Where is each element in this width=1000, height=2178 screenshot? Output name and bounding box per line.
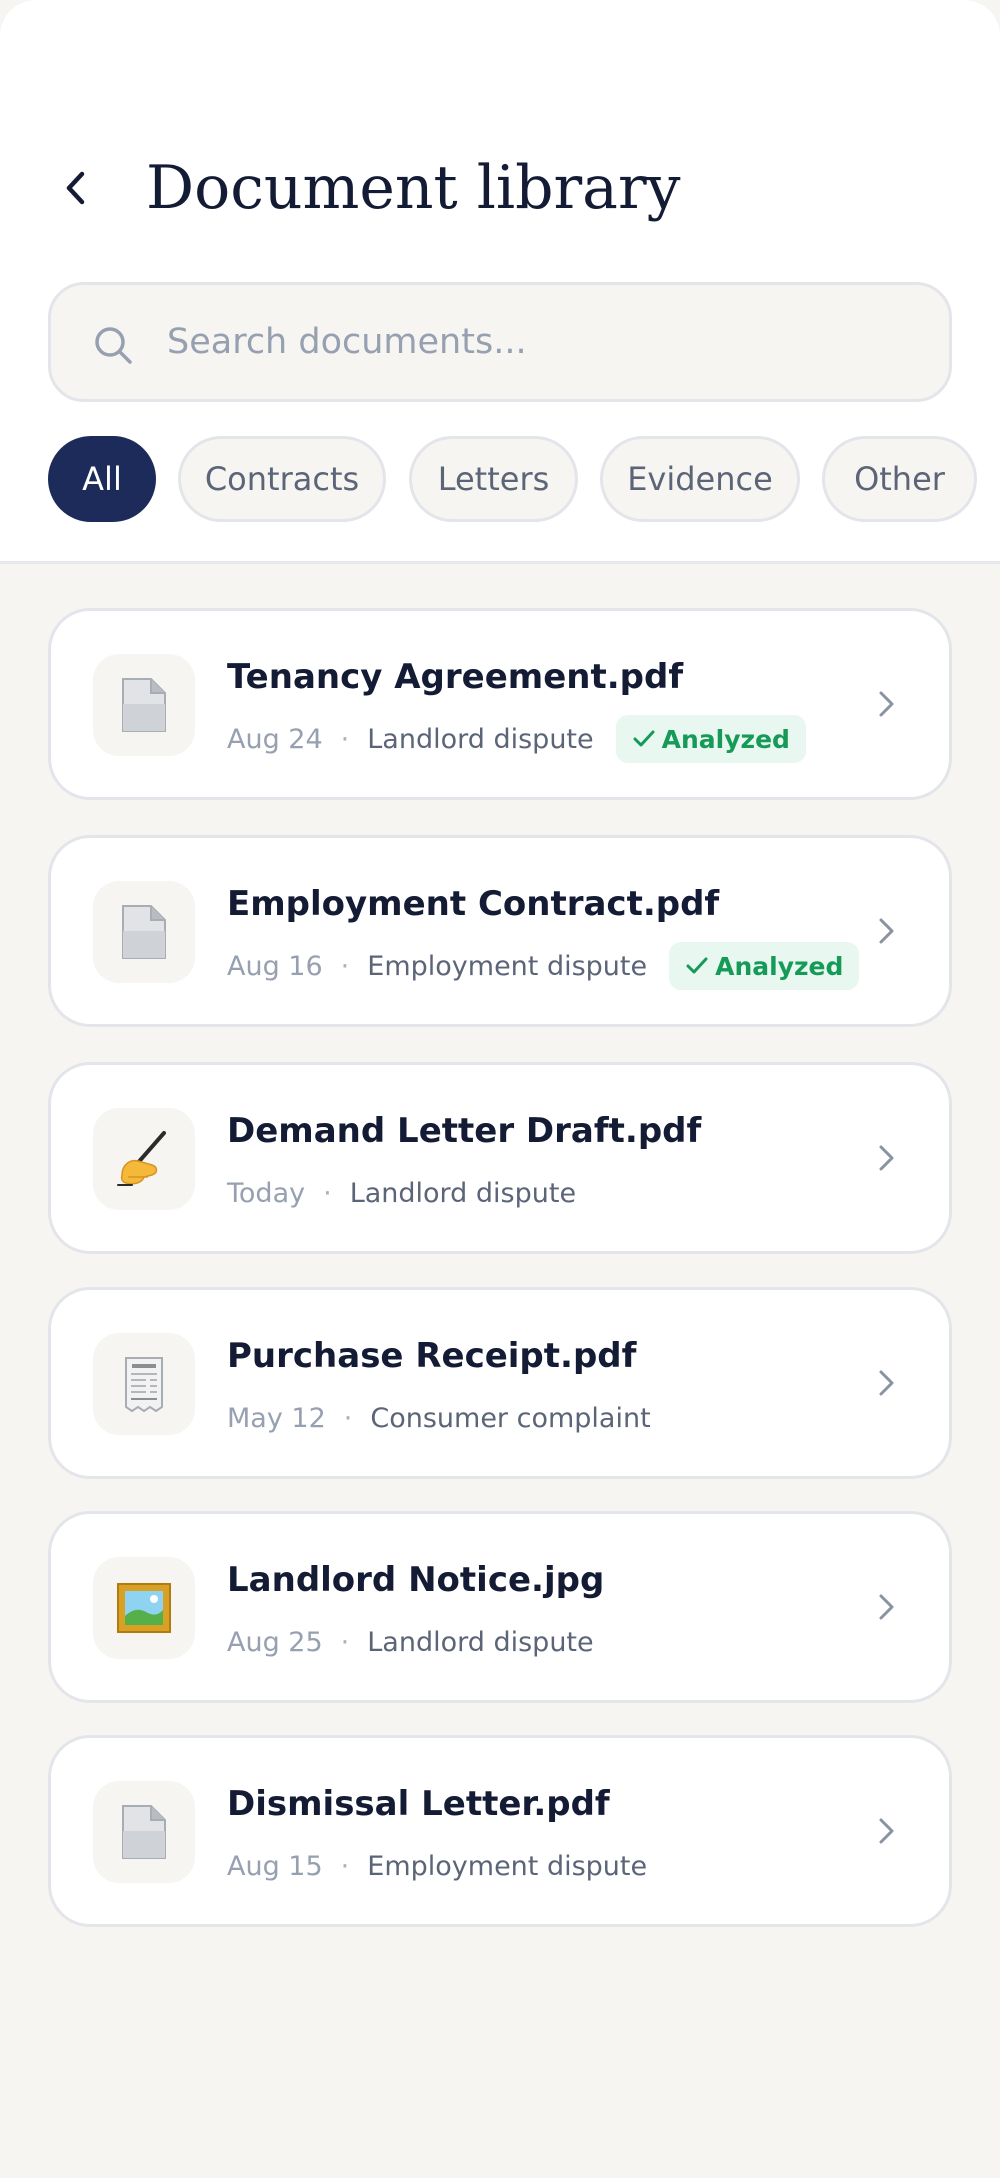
analyzed-badge: Analyzed bbox=[669, 942, 860, 990]
document-date: Aug 15 bbox=[227, 1850, 323, 1882]
document-card[interactable]: Tenancy Agreement.pdf Aug 24 · Landlord … bbox=[48, 608, 952, 800]
document-name: Employment Contract.pdf bbox=[227, 884, 720, 924]
document-date: Aug 24 bbox=[227, 723, 323, 755]
filter-chip-letters[interactable]: Letters bbox=[409, 436, 578, 522]
badge-label: Analyzed bbox=[661, 724, 790, 754]
analyzed-badge: Analyzed bbox=[615, 715, 806, 763]
document-meta: Aug 16 · Employment dispute Analyzed bbox=[227, 942, 860, 990]
page-facing-up-icon bbox=[93, 654, 195, 756]
document-category: Landlord dispute bbox=[367, 1626, 594, 1658]
document-category: Employment dispute bbox=[367, 950, 648, 982]
document-name: Demand Letter Draft.pdf bbox=[227, 1111, 702, 1151]
checkmark-icon bbox=[686, 957, 708, 974]
document-category: Landlord dispute bbox=[349, 1177, 577, 1209]
page-facing-up-icon bbox=[93, 881, 195, 983]
meta-separator: · bbox=[340, 950, 350, 982]
search-icon bbox=[95, 327, 132, 364]
meta-separator: · bbox=[340, 1850, 350, 1882]
document-name: Purchase Receipt.pdf bbox=[227, 1336, 637, 1376]
receipt-icon bbox=[93, 1333, 195, 1435]
back-button[interactable] bbox=[48, 160, 104, 216]
document-card[interactable]: Dismissal Letter.pdf Aug 15 · Employment… bbox=[48, 1735, 952, 1927]
document-meta: May 12 · Consumer complaint bbox=[227, 1394, 651, 1442]
chevron-right-icon bbox=[879, 1145, 894, 1171]
search-bar[interactable] bbox=[48, 282, 952, 402]
document-name: Dismissal Letter.pdf bbox=[227, 1784, 610, 1824]
badge-label: Analyzed bbox=[715, 951, 844, 981]
chevron-left-icon bbox=[66, 171, 85, 205]
document-library-screen: Document library All Contracts Letters E… bbox=[0, 0, 1000, 2178]
writing-hand-icon bbox=[93, 1108, 195, 1210]
meta-separator: · bbox=[323, 1177, 332, 1209]
document-meta: Today · Landlord dispute bbox=[227, 1169, 576, 1217]
search-input[interactable] bbox=[167, 285, 907, 399]
document-category: Landlord dispute bbox=[367, 723, 594, 755]
checkmark-icon bbox=[633, 730, 655, 747]
document-name: Landlord Notice.jpg bbox=[227, 1560, 605, 1600]
meta-separator: · bbox=[340, 1626, 350, 1658]
document-card[interactable]: Demand Letter Draft.pdf Today · Landlord… bbox=[48, 1062, 952, 1254]
document-date: Aug 16 bbox=[227, 950, 323, 982]
filter-chip-evidence[interactable]: Evidence bbox=[600, 436, 800, 522]
chevron-right-icon bbox=[879, 1818, 894, 1844]
header: Document library All Contracts Letters E… bbox=[0, 0, 1000, 564]
document-name: Tenancy Agreement.pdf bbox=[227, 657, 684, 697]
chevron-right-icon bbox=[879, 1370, 894, 1396]
page-title: Document library bbox=[146, 153, 681, 223]
document-meta: Aug 25 · Landlord dispute bbox=[227, 1618, 594, 1666]
document-category: Consumer complaint bbox=[370, 1402, 651, 1434]
document-date: Today bbox=[227, 1177, 306, 1209]
document-card[interactable]: Employment Contract.pdf Aug 16 · Employm… bbox=[48, 835, 952, 1027]
document-meta: Aug 15 · Employment dispute bbox=[227, 1842, 647, 1890]
filter-chip-other[interactable]: Other bbox=[822, 436, 977, 522]
filter-chip-contracts[interactable]: Contracts bbox=[178, 436, 386, 522]
document-card[interactable]: Purchase Receipt.pdf May 12 · Consumer c… bbox=[48, 1287, 952, 1479]
chevron-right-icon bbox=[879, 918, 894, 944]
page-facing-up-icon bbox=[93, 1781, 195, 1883]
chevron-right-icon bbox=[879, 691, 894, 717]
document-date: May 12 bbox=[227, 1402, 326, 1434]
meta-separator: · bbox=[340, 723, 350, 755]
framed-picture-icon bbox=[93, 1557, 195, 1659]
document-meta: Aug 24 · Landlord dispute Analyzed bbox=[227, 715, 806, 763]
filter-chip-all[interactable]: All bbox=[48, 436, 156, 522]
chevron-right-icon bbox=[879, 1594, 894, 1620]
document-date: Aug 25 bbox=[227, 1626, 323, 1658]
meta-separator: · bbox=[343, 1402, 353, 1434]
document-card[interactable]: Landlord Notice.jpg Aug 25 · Landlord di… bbox=[48, 1511, 952, 1703]
document-category: Employment dispute bbox=[367, 1850, 648, 1882]
